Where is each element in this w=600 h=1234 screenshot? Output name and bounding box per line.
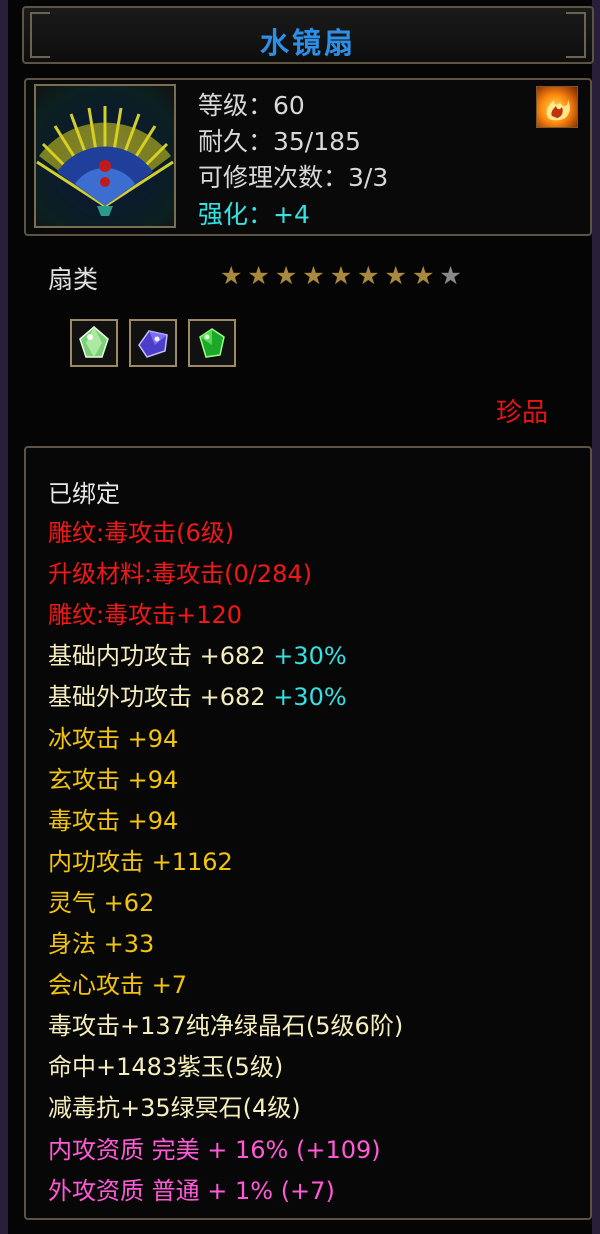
star-filled-icon: ★	[274, 261, 298, 290]
green-crystal-icon[interactable]	[70, 319, 118, 367]
agility-stat: 身法 +33	[48, 930, 155, 958]
inner-attack: 内功攻击 +1162	[48, 848, 233, 876]
base-inner-attack-bonus: +30%	[273, 642, 347, 670]
base-inner-attack: 基础内功攻击 +682 +30%	[48, 636, 347, 671]
fan-portrait-icon	[34, 84, 176, 228]
poison-attack: 毒攻击 +94	[48, 807, 179, 835]
crit-attack: 会心攻击 +7	[48, 971, 188, 999]
socket-gem-line: 减毒抗+35绿冥石(4级)	[48, 1094, 301, 1122]
star-filled-icon: ★	[357, 261, 380, 290]
rarity-label: 珍品	[496, 398, 549, 428]
upgrade-material-line: 升级材料:毒攻击(0/284)	[48, 560, 312, 588]
star-filled-icon: ★	[220, 261, 243, 290]
item-repair-count: 可修理次数：3/3	[198, 163, 389, 192]
socket-gem-line: 毒攻击+137纯净绿晶石(5级6阶)	[48, 1012, 404, 1040]
green-gem-icon[interactable]	[188, 319, 236, 367]
star-filled-icon: ★	[329, 261, 353, 290]
item-level: 等级：60	[198, 91, 305, 120]
base-outer-attack: 基础外功攻击 +682 +30%	[48, 677, 347, 712]
flame-icon	[536, 86, 578, 128]
engrave-bonus-line: 雕纹:毒攻击+120	[48, 601, 243, 629]
base-outer-attack-bonus: +30%	[273, 683, 347, 711]
ice-attack: 冰攻击 +94	[48, 725, 179, 753]
star-filled-icon: ★	[302, 261, 325, 290]
bound-status: 已绑定	[48, 480, 120, 508]
item-durability: 耐久：35/185	[198, 127, 361, 156]
base-outer-attack-label: 基础外功攻击 +682	[48, 683, 274, 711]
engrave-line: 雕纹:毒攻击(6级)	[48, 519, 235, 547]
xuan-attack: 玄攻击 +94	[48, 766, 179, 794]
outer-quality-line: 外攻资质 普通 + 1% (+7)	[48, 1177, 335, 1205]
item-name: 水镜扇	[259, 26, 356, 60]
star-rating: ★ ★ ★ ★ ★ ★ ★ ★ ★	[220, 262, 462, 290]
spirit-stat: 灵气 +62	[48, 889, 155, 917]
title-bar: 水镜扇	[22, 6, 594, 64]
star-filled-icon: ★	[411, 261, 435, 290]
star-empty-icon: ★	[439, 261, 462, 290]
item-tooltip: 水镜扇 等级：60 耐久：35/185 可修理次数：3/3 强化：+4 扇类 ★…	[0, 0, 600, 1234]
socket-gem-line: 命中+1483紫玉(5级)	[48, 1053, 284, 1081]
base-inner-attack-label: 基础内功攻击 +682	[48, 642, 274, 670]
item-category: 扇类	[48, 265, 99, 294]
star-filled-icon: ★	[247, 261, 270, 290]
item-enhance: 强化：+4	[198, 200, 310, 229]
inner-quality-line: 内攻资质 完美 + 16% (+109)	[48, 1136, 381, 1164]
purple-crystal-icon[interactable]	[129, 319, 177, 367]
star-filled-icon: ★	[384, 261, 407, 290]
